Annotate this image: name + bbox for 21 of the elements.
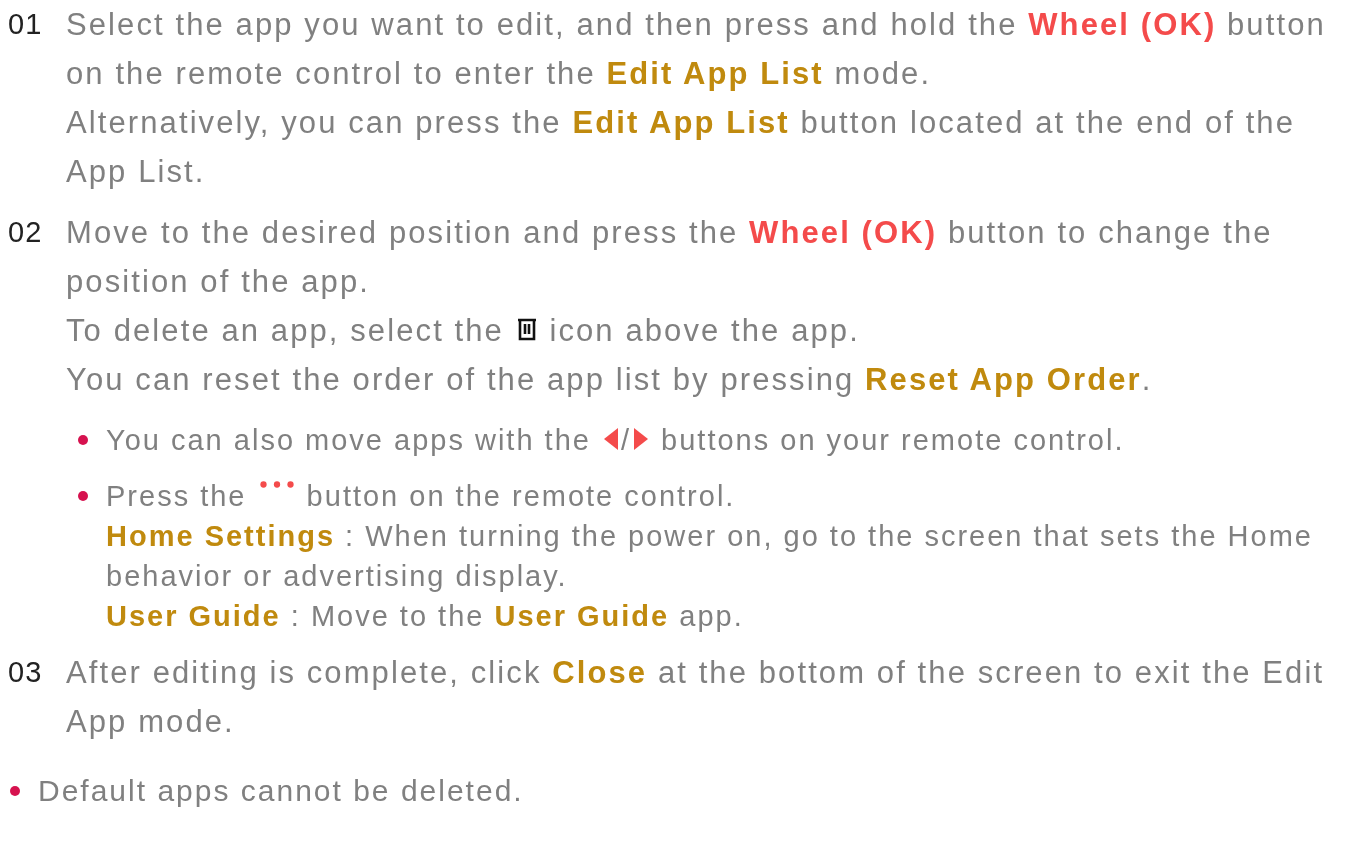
left-triangle-icon: [604, 428, 618, 450]
note-text: You can also move apps with the / buttons on your remote control.: [106, 423, 1125, 458]
step-text: Select the app you want to edit, and then press and hold the Wheel (OK) button on the remote control to enter the Edit App List mode.: [66, 6, 1327, 93]
right-triangle-icon: [634, 428, 649, 450]
step-text: Move to the desired position and press the Wheel (OK) button to change the position of the app.: [66, 214, 1274, 301]
step-text: You can reset the order of the app list by pressing Reset App Order.: [66, 361, 1154, 399]
note-text: User Guide : Move to the User Guide app.: [106, 599, 745, 634]
bullet-icon: [78, 491, 88, 501]
step-text: Alternatively, you can press the Edit App List button located at the end of the App List.: [66, 104, 1297, 191]
step-number: 02: [8, 215, 44, 250]
trash-icon: [516, 317, 537, 341]
bullet-icon: [78, 435, 88, 445]
note-text: Default apps cannot be deleted.: [38, 773, 524, 809]
note-text: Press the button on the remote control.: [106, 478, 737, 514]
more-icon: [258, 479, 295, 489]
step-number: 01: [8, 7, 44, 42]
note-text: Home Settings : When turning the power on, go to the screen that sets the Home behavior or advertising display.: [106, 519, 1314, 594]
step-text: After editing is complete, click Close at the bottom of the screen to exit the Edit App mode.: [66, 654, 1326, 741]
step-text: To delete an app, select the icon above the app.: [66, 312, 861, 350]
bullet-icon: [10, 786, 20, 796]
step-number: 03: [8, 655, 44, 690]
